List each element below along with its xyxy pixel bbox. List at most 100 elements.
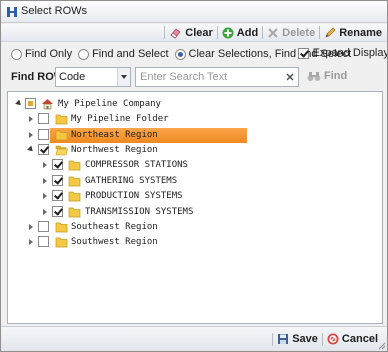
tree-node-label: PRODUCTION SYSTEMS <box>85 191 183 201</box>
search-input[interactable] <box>135 67 299 87</box>
tree-node-gathering-systems[interactable]: GATHERING SYSTEMS <box>8 174 382 189</box>
add-icon <box>222 27 234 38</box>
footer-separator <box>272 332 274 346</box>
tree-node-label: GATHERING SYSTEMS <box>85 176 178 186</box>
tree-node-checkbox[interactable] <box>38 129 49 140</box>
toolbar-separator <box>216 26 218 39</box>
folder-icon <box>68 160 81 171</box>
expand-display-option[interactable]: Expand Display <box>297 47 388 59</box>
pencil-icon <box>325 27 336 38</box>
find-label: Find <box>324 70 348 82</box>
title-bar[interactable]: Select ROWs <box>1 1 387 23</box>
delete-icon <box>268 27 278 38</box>
toolbar-separator <box>262 26 264 39</box>
tree-node-checkbox[interactable] <box>38 144 49 155</box>
find-only-option[interactable]: Find Only <box>11 48 72 60</box>
add-button[interactable]: Add <box>221 27 259 39</box>
find-and-select-option[interactable]: Find and Select <box>78 48 169 60</box>
tree-node-checkbox[interactable] <box>52 175 63 186</box>
collapsed-arrow-icon[interactable] <box>29 116 33 122</box>
collapsed-arrow-icon[interactable] <box>43 178 47 184</box>
clear-label: Clear <box>185 26 213 39</box>
clear-search-icon[interactable] <box>285 72 295 82</box>
eraser-icon <box>170 27 181 39</box>
rename-label: Rename <box>339 26 382 39</box>
tree-node-northwest-region[interactable]: Northwest Region <box>8 143 382 158</box>
search-mode-options: Find Only Find and Select Clear Selectio… <box>11 46 387 62</box>
cancel-icon <box>327 333 339 345</box>
resize-grip-icon[interactable] <box>378 342 386 350</box>
folder-icon <box>68 176 81 187</box>
chevron-down-icon[interactable] <box>117 68 130 86</box>
cancel-button[interactable]: Cancel <box>326 333 379 345</box>
tree-node-checkbox[interactable] <box>52 159 63 170</box>
toolbar-separator <box>319 26 321 39</box>
save-icon <box>278 334 289 344</box>
tree-node-label: TRANSMISSION SYSTEMS <box>85 207 194 217</box>
tree-node-label: Northeast Region <box>71 130 158 140</box>
tree-node-southeast-region[interactable]: Southeast Region <box>8 220 382 235</box>
tree-node-checkbox[interactable] <box>38 113 49 124</box>
collapsed-arrow-icon[interactable] <box>43 209 47 215</box>
home-icon <box>42 99 53 110</box>
expand-display-label: Expand Display <box>312 47 388 59</box>
expanded-arrow-icon[interactable] <box>15 99 23 108</box>
tree-node-northeast-region[interactable]: Northeast Region <box>8 128 382 143</box>
window-title: Select ROWs <box>21 5 88 17</box>
app-icon <box>7 7 17 17</box>
select-rows-dialog: Select ROWs Clear Add Delete Rename Find… <box>0 0 388 352</box>
footer-separator <box>321 332 323 346</box>
add-label: Add <box>236 26 259 39</box>
rename-button[interactable]: Rename <box>323 27 383 39</box>
tree-node-checkbox[interactable] <box>25 98 36 109</box>
collapsed-arrow-icon[interactable] <box>43 193 47 199</box>
clear-button[interactable]: Clear <box>168 27 214 39</box>
tree-node-label: Southeast Region <box>71 222 158 232</box>
tree-node-compressor-stations[interactable]: COMPRESSOR STATIONS <box>8 158 382 173</box>
folder-icon <box>55 222 68 233</box>
tree-node-label: My Pipeline Folder <box>71 114 169 124</box>
tree-node-checkbox[interactable] <box>38 221 49 232</box>
folder-icon <box>55 114 68 125</box>
toolbar: Clear Add Delete Rename <box>1 24 387 42</box>
tree-node-checkbox[interactable] <box>38 236 49 247</box>
collapsed-arrow-icon[interactable] <box>29 239 33 245</box>
cancel-label: Cancel <box>341 333 378 345</box>
folder-open-icon <box>55 145 68 156</box>
expanded-arrow-icon[interactable] <box>27 145 35 154</box>
find-field-value: Code <box>59 71 86 83</box>
dialog-footer: Save Cancel <box>1 326 387 351</box>
tree-node-checkbox[interactable] <box>52 190 63 201</box>
find-only-label: Find Only <box>25 48 73 60</box>
find-button[interactable]: Find <box>307 70 347 82</box>
tree-node-my-pipeline-folder[interactable]: My Pipeline Folder <box>8 112 382 127</box>
collapsed-arrow-icon[interactable] <box>43 162 47 168</box>
tree-node-my-pipeline-company[interactable]: My Pipeline Company <box>8 97 382 112</box>
tree-node-production-systems[interactable]: PRODUCTION SYSTEMS <box>8 189 382 204</box>
save-button[interactable]: Save <box>276 333 319 345</box>
tree-node-label: My Pipeline Company <box>58 99 161 109</box>
toolbar-separator <box>164 26 166 39</box>
save-label: Save <box>292 333 318 345</box>
tree-node-label: COMPRESSOR STATIONS <box>85 160 188 170</box>
folder-icon <box>55 237 68 248</box>
folder-icon <box>55 130 68 141</box>
folder-icon <box>68 207 81 218</box>
delete-button[interactable]: Delete <box>266 27 316 39</box>
collapsed-arrow-icon[interactable] <box>29 132 33 138</box>
find-and-select-label: Find and Select <box>92 48 169 60</box>
expand-display-checkbox[interactable] <box>297 47 309 59</box>
find-field-select[interactable]: Code <box>55 67 131 87</box>
binoculars-icon <box>307 71 321 81</box>
find-and-select-radio[interactable] <box>78 48 90 60</box>
find-row: Find ROW Code Find <box>11 67 383 87</box>
tree-node-label: Northwest Region <box>71 145 158 155</box>
clear-find-select-radio[interactable] <box>174 48 186 60</box>
tree-node-southwest-region[interactable]: Southwest Region <box>8 235 382 250</box>
tree-node-transmission-systems[interactable]: TRANSMISSION SYSTEMS <box>8 205 382 220</box>
tree-node-checkbox[interactable] <box>52 206 63 217</box>
find-only-radio[interactable] <box>11 48 22 60</box>
tree-node-label: Southwest Region <box>71 237 158 247</box>
collapsed-arrow-icon[interactable] <box>29 224 33 230</box>
row-tree[interactable]: My Pipeline Company My Pipeline Folder N… <box>7 91 383 324</box>
